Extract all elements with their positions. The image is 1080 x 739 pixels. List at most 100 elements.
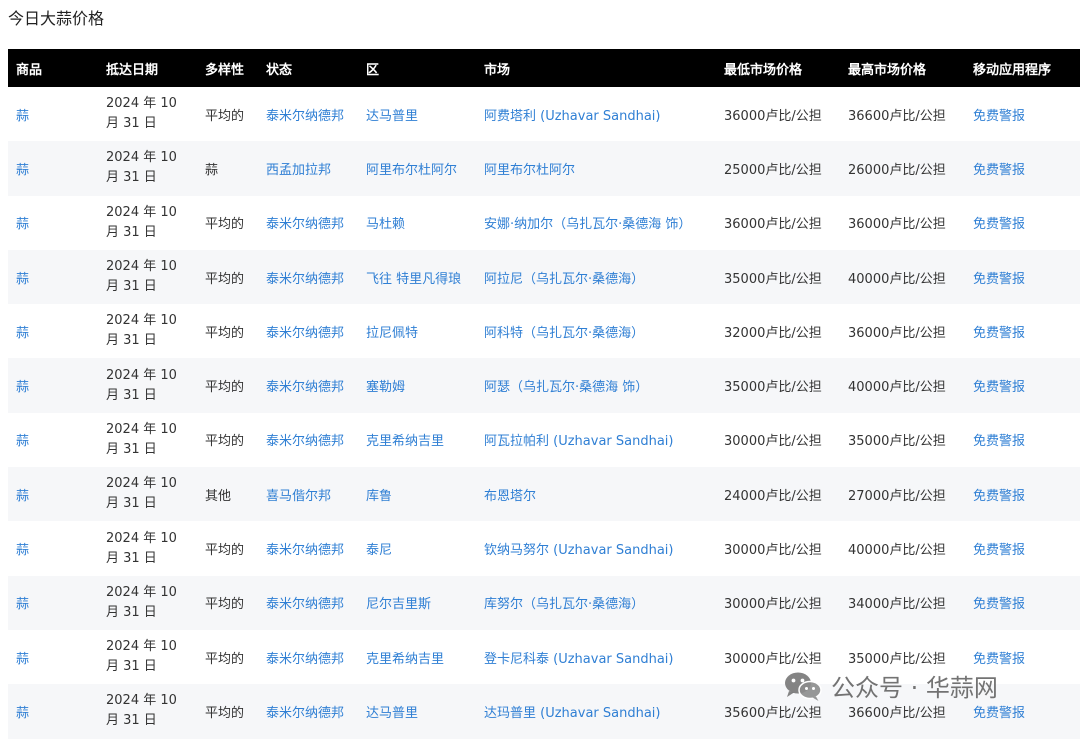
market-cell[interactable]: 阿费塔利 (Uzhavar Sandhai) [476,87,716,141]
header-max-price[interactable]: 最高市场价格 [840,49,965,87]
district-cell[interactable]: 达马普里 [358,684,476,738]
min-price-cell: 30000卢比/公担 [724,651,822,667]
commodity-cell[interactable]: 蒜 [8,576,98,630]
free-alert-link[interactable]: 免费警报 [965,576,1080,630]
district-cell[interactable]: 塞勒姆 [358,358,476,412]
header-arrival-date[interactable]: 抵达日期 [98,49,197,87]
commodity-cell[interactable]: 蒜 [8,467,98,521]
arrival-date-cell: 2024 年 10 月 31 日 [106,259,177,295]
market-cell[interactable]: 阿拉尼（乌扎瓦尔·桑德海） [476,250,716,304]
state-cell[interactable]: 泰米尔纳德邦 [258,250,358,304]
market-cell[interactable]: 安娜·纳加尔（乌扎瓦尔·桑德海 饰） [476,196,716,250]
free-alert-link[interactable]: 免费警报 [965,630,1080,684]
commodity-cell[interactable]: 蒜 [8,87,98,141]
free-alert-link[interactable]: 免费警报 [965,413,1080,467]
state-cell[interactable]: 泰米尔纳德邦 [258,87,358,141]
commodity-cell[interactable]: 蒜 [8,250,98,304]
max-price-cell: 35000卢比/公担 [848,434,946,450]
min-price-cell: 36000卢比/公担 [724,108,822,124]
district-cell[interactable]: 泰尼 [358,521,476,575]
free-alert-link[interactable]: 免费警报 [965,87,1080,141]
header-state[interactable]: 状态 [258,49,358,87]
arrival-date-cell: 2024 年 10 月 31 日 [106,639,177,675]
variety-cell: 平均的 [205,325,245,341]
district-cell[interactable]: 尼尔吉里斯 [358,576,476,630]
state-cell[interactable]: 泰米尔纳德邦 [258,630,358,684]
commodity-cell[interactable]: 蒜 [8,196,98,250]
table-header-row: 商品 抵达日期 多样性 状态 区 市场 最低市场价格 最高市场价格 移动应用程序 [8,49,1080,87]
district-cell[interactable]: 阿里布尔杜阿尔 [358,141,476,195]
arrival-date-cell: 2024 年 10 月 31 日 [106,96,177,132]
header-mobile-app[interactable]: 移动应用程序 [965,49,1080,87]
state-cell[interactable]: 泰米尔纳德邦 [258,413,358,467]
free-alert-link[interactable]: 免费警报 [965,141,1080,195]
free-alert-link[interactable]: 免费警报 [965,684,1080,738]
market-cell[interactable]: 达玛普里 (Uzhavar Sandhai) [476,684,716,738]
table-row: 蒜 2024 年 10 月 31 日 平均的 泰米尔纳德邦 塞勒姆 阿瑟（乌扎瓦尔·桑德海… [8,358,1080,413]
header-variety[interactable]: 多样性 [197,49,258,87]
commodity-cell[interactable]: 蒜 [8,413,98,467]
district-cell[interactable]: 拉尼佩特 [358,304,476,358]
free-alert-link[interactable]: 免费警报 [965,250,1080,304]
arrival-date-cell: 2024 年 10 月 31 日 [106,367,177,403]
free-alert-link[interactable]: 免费警报 [965,304,1080,358]
market-cell[interactable]: 钦纳马努尔 (Uzhavar Sandhai) [476,521,716,575]
table-row: 蒜 2024 年 10 月 31 日 平均的 泰米尔纳德邦 达马普里 达玛普里 (Uzha… [8,684,1080,739]
state-cell[interactable]: 泰米尔纳德邦 [258,576,358,630]
market-cell[interactable]: 库努尔（乌扎瓦尔·桑德海） [476,576,716,630]
district-cell[interactable]: 达马普里 [358,87,476,141]
commodity-cell[interactable]: 蒜 [8,521,98,575]
max-price-cell: 40000卢比/公担 [848,271,946,287]
table-body: 蒜 2024 年 10 月 31 日平均的 泰米尔纳德邦 达马普里 阿费塔利 (Uzha… [8,87,1080,739]
header-market[interactable]: 市场 [476,49,716,87]
district-cell[interactable]: 克里希纳吉里 [358,413,476,467]
arrival-date-cell: 2024 年 10 月 31 日 [106,476,177,512]
state-cell[interactable]: 泰米尔纳德邦 [258,521,358,575]
table-row: 蒜 2024 年 10 月 31 日 平均的 泰米尔纳德邦 克里希纳吉里 登卡尼科泰 (U… [8,630,1080,684]
market-cell[interactable]: 布恩塔尔 [476,467,716,521]
free-alert-link[interactable]: 免费警报 [965,521,1080,575]
free-alert-link[interactable]: 免费警报 [965,467,1080,521]
variety-cell: 平均的 [205,108,245,124]
market-cell[interactable]: 阿科特（乌扎瓦尔·桑德海） [476,304,716,358]
min-price-cell: 24000卢比/公担 [724,488,822,504]
header-district[interactable]: 区 [358,49,476,87]
state-cell[interactable]: 泰米尔纳德邦 [258,358,358,412]
variety-cell: 其他 [205,488,232,504]
max-price-cell: 36600卢比/公担 [848,108,946,124]
market-cell[interactable]: 登卡尼科泰 (Uzhavar Sandhai) [476,630,716,684]
table-row: 蒜 2024 年 10 月 31 日 平均的 泰米尔纳德邦 拉尼佩特 阿科特（乌扎瓦尔·桑… [8,304,1080,358]
header-commodity[interactable]: 商品 [8,49,98,87]
commodity-cell[interactable]: 蒜 [8,684,98,738]
state-cell[interactable]: 泰米尔纳德邦 [258,304,358,358]
state-cell[interactable]: 喜马偕尔邦 [258,467,358,521]
arrival-date-cell: 2024 年 10 月 31 日 [106,530,177,566]
header-min-price[interactable]: 最低市场价格 [716,49,840,87]
variety-cell: 平均的 [205,434,245,450]
market-cell[interactable]: 阿瓦拉帕利 (Uzhavar Sandhai) [476,413,716,467]
state-cell[interactable]: 西孟加拉邦 [258,141,358,195]
min-price-cell: 25000卢比/公担 [724,162,822,178]
state-cell[interactable]: 泰米尔纳德邦 [258,196,358,250]
district-cell[interactable]: 飞往 特里凡得琅 [358,250,476,304]
district-cell[interactable]: 库鲁 [358,467,476,521]
commodity-cell[interactable]: 蒜 [8,141,98,195]
state-cell[interactable]: 泰米尔纳德邦 [258,684,358,738]
district-cell[interactable]: 克里希纳吉里 [358,630,476,684]
arrival-date-cell: 2024 年 10 月 31 日 [106,150,177,186]
arrival-date-cell: 2024 年 10 月 31 日 [106,584,177,620]
commodity-cell[interactable]: 蒜 [8,304,98,358]
district-cell[interactable]: 马杜赖 [358,196,476,250]
free-alert-link[interactable]: 免费警报 [965,358,1080,412]
variety-cell: 平均的 [205,705,245,721]
market-cell[interactable]: 阿瑟（乌扎瓦尔·桑德海 饰） [476,358,716,412]
min-price-cell: 30000卢比/公担 [724,434,822,450]
variety-cell: 平均的 [205,597,245,613]
commodity-cell[interactable]: 蒜 [8,358,98,412]
variety-cell: 平均的 [205,217,245,233]
commodity-cell[interactable]: 蒜 [8,630,98,684]
min-price-cell: 36000卢比/公担 [724,217,822,233]
table-row: 蒜 2024 年 10 月 31 日 平均的 泰米尔纳德邦 克里希纳吉里 阿瓦拉帕利 (U… [8,413,1080,467]
free-alert-link[interactable]: 免费警报 [965,196,1080,250]
market-cell[interactable]: 阿里布尔杜阿尔 [476,141,716,195]
